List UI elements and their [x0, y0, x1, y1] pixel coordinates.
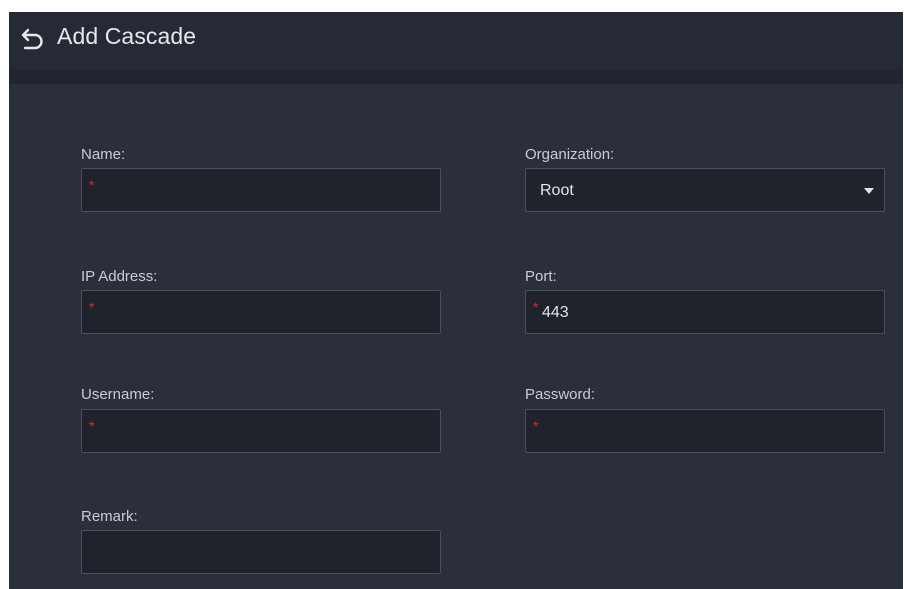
organization-selected: Root	[540, 182, 574, 199]
username-label: Username:	[81, 386, 155, 403]
name-label: Name:	[81, 146, 126, 163]
ip-address-field[interactable]: *	[81, 290, 441, 334]
required-mark: *	[89, 418, 95, 434]
required-mark: *	[89, 177, 95, 193]
password-label: Password:	[525, 386, 596, 403]
caret-down-icon	[864, 188, 874, 194]
page-header: Add Cascade	[9, 12, 903, 69]
required-mark: *	[89, 299, 95, 315]
add-cascade-panel: Add Cascade Name: * Organization: Root I…	[9, 12, 903, 589]
username-field[interactable]: *	[81, 409, 441, 453]
back-arrow-icon[interactable]	[19, 24, 47, 52]
page-title: Add Cascade	[57, 23, 197, 49]
port-field[interactable]: * 443	[525, 290, 885, 334]
header-divider	[9, 69, 903, 84]
required-mark: *	[533, 299, 539, 315]
remark-label: Remark:	[81, 508, 138, 525]
name-field[interactable]: *	[81, 168, 441, 212]
remark-field[interactable]	[81, 530, 441, 574]
organization-select[interactable]: Root	[525, 168, 885, 212]
ip-address-label: IP Address:	[81, 268, 158, 285]
organization-label: Organization:	[525, 146, 615, 163]
port-value: 443	[542, 304, 569, 321]
port-label: Port:	[525, 268, 557, 285]
password-field[interactable]: *	[525, 409, 885, 453]
required-mark: *	[533, 418, 539, 434]
